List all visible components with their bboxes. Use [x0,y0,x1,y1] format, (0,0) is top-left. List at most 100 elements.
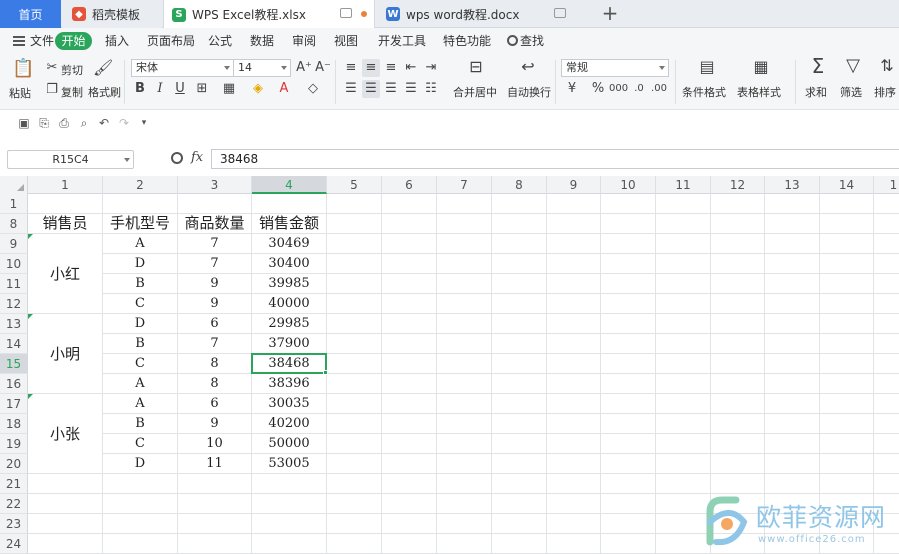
table-cell[interactable]: 手机型号 [103,214,177,233]
table-cell[interactable]: 30035 [252,394,326,413]
column-header[interactable]: 11 [656,176,711,194]
seller-merged-cell[interactable]: 小红 [28,234,102,313]
row-header[interactable]: 8 [0,214,28,234]
merge-center-button[interactable]: 合并居中 [453,84,497,100]
align-bottom-icon[interactable]: ≡ [382,59,400,77]
tab-word-document[interactable]: W wps word教程.docx [376,0,590,28]
table-cell[interactable]: 40200 [252,414,326,433]
seller-merged-cell[interactable]: 小明 [28,314,102,393]
tab-home[interactable]: 首页 [0,0,61,28]
align-right-icon[interactable]: ☰ [382,80,400,98]
menu-data[interactable]: 数据 [250,32,274,50]
percent-icon[interactable]: % [589,80,607,98]
increase-font-size-icon[interactable]: A⁺ [295,59,313,77]
table-cell[interactable]: 商品数量 [178,214,251,233]
column-header[interactable]: 8 [492,176,547,194]
number-format-select[interactable]: 常规 [561,59,669,77]
sort-icon[interactable]: ⇅ [876,57,898,75]
sort-button[interactable]: 排序 [874,84,896,100]
font-color-icon[interactable]: A [275,80,293,98]
font-size-select[interactable]: 14 [233,59,291,77]
align-middle-icon[interactable]: ≡ [362,59,380,77]
italic-icon[interactable]: I [151,80,169,98]
menu-special-features[interactable]: 特色功能 [443,32,491,50]
wrap-text-button[interactable]: 自动换行 [507,84,551,100]
table-cell[interactable]: 39985 [252,274,326,293]
window-mode-icon[interactable] [554,8,566,18]
column-header[interactable]: 5 [327,176,382,194]
table-cell[interactable]: 37900 [252,334,326,353]
tab-daoke-templates[interactable]: ◆ 稻壳模板 [62,0,162,28]
active-cell-selection[interactable] [251,353,327,374]
column-header[interactable]: 1 [874,176,899,194]
table-cell[interactable]: 8 [178,354,251,373]
table-cell[interactable]: C [103,354,177,373]
table-cell[interactable]: 销售员 [28,214,102,233]
table-cell[interactable]: 29985 [252,314,326,333]
underline-icon[interactable]: U [171,80,189,98]
column-header[interactable]: 9 [547,176,601,194]
hamburger-menu-icon[interactable] [13,36,25,46]
table-cell[interactable]: 6 [178,314,251,333]
table-cell[interactable]: B [103,274,177,293]
table-style-icon[interactable]: ▦ [750,58,772,76]
align-center-icon[interactable]: ☰ [362,80,380,98]
tab-excel-document[interactable]: S WPS Excel教程.xlsx [163,0,375,29]
row-header[interactable]: 17 [0,394,28,414]
borders-icon[interactable]: ⊞ [193,80,211,98]
seller-merged-cell[interactable]: 小张 [28,394,102,473]
row-header[interactable]: 22 [0,494,28,514]
sum-icon[interactable]: Σ [807,56,829,76]
table-cell[interactable]: 9 [178,294,251,313]
window-mode-icon[interactable] [340,8,352,18]
row-header[interactable]: 9 [0,234,28,254]
column-header[interactable]: 4 [252,176,327,194]
table-cell[interactable]: B [103,334,177,353]
format-painter-icon[interactable]: 🖌 [93,59,113,77]
table-cell[interactable]: A [103,234,177,253]
increase-decimal-icon[interactable]: .0 [630,80,648,98]
decrease-decimal-icon[interactable]: .00 [650,80,668,98]
new-tab-plus-icon[interactable]: + [600,2,620,26]
table-cell[interactable]: 9 [178,414,251,433]
table-cell[interactable]: 7 [178,234,251,253]
zoom-icon[interactable] [171,152,183,164]
table-cell[interactable]: 6 [178,394,251,413]
table-cell[interactable]: 8 [178,374,251,393]
name-box[interactable]: R15C4 [7,150,134,169]
table-cell[interactable]: D [103,254,177,273]
table-cell[interactable]: 9 [178,274,251,293]
column-header[interactable]: 13 [765,176,820,194]
column-header[interactable]: 1 [28,176,103,194]
menu-find[interactable]: 查找 [520,32,544,50]
row-header[interactable]: 11 [0,274,28,294]
row-header[interactable]: 24 [0,534,28,554]
table-cell[interactable]: 7 [178,254,251,273]
font-name-select[interactable]: 宋体 [131,59,234,77]
table-style-button[interactable]: 表格样式 [737,84,781,100]
table-cell[interactable]: 38396 [252,374,326,393]
select-all-corner[interactable] [0,176,28,194]
table-cell[interactable]: C [103,434,177,453]
row-header[interactable]: 13 [0,314,28,334]
save-icon[interactable]: ▣ [17,116,31,130]
wrap-text-icon[interactable]: ↩ [517,58,539,76]
column-header[interactable]: 12 [711,176,765,194]
table-cell[interactable]: B [103,414,177,433]
table-cell[interactable]: D [103,314,177,333]
row-header[interactable]: 19 [0,434,28,454]
justify-icon[interactable]: ☰ [402,80,420,98]
row-header[interactable]: 18 [0,414,28,434]
copy-button[interactable]: 复制 [61,84,83,100]
formula-input[interactable]: 38468 [211,149,899,169]
export-pdf-icon[interactable]: ⎘ [37,116,51,130]
table-cell[interactable]: 11 [178,454,251,473]
paste-button[interactable]: 粘贴 [9,85,31,101]
currency-icon[interactable]: ¥ [563,80,581,98]
cut-icon[interactable]: ✂ [43,59,61,77]
bold-icon[interactable]: B [131,80,149,98]
format-painter-button[interactable]: 格式刷 [88,84,121,100]
row-header[interactable]: 15 [0,354,28,374]
undo-icon[interactable]: ↶ [97,116,111,130]
table-cell[interactable]: 53005 [252,454,326,473]
